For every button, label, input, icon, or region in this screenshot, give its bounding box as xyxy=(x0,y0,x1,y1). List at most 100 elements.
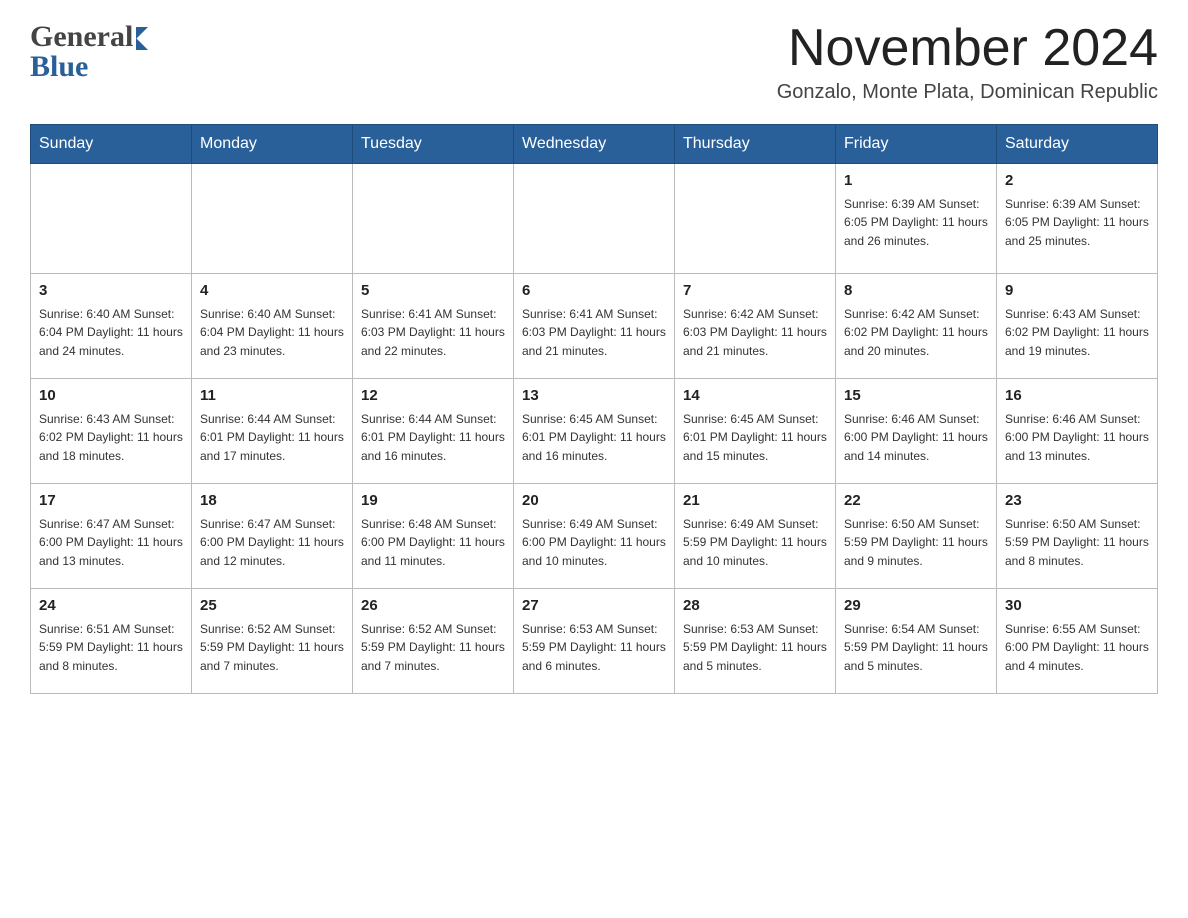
day-number: 8 xyxy=(844,280,988,303)
calendar-cell: 30Sunrise: 6:55 AM Sunset: 6:00 PM Dayli… xyxy=(997,589,1158,694)
calendar-week-row: 3 Sunrise: 6:40 AM Sunset: 6:04 PM Daylig… xyxy=(31,274,1158,379)
calendar-cell: 16Sunrise: 6:46 AM Sunset: 6:00 PM Dayli… xyxy=(997,379,1158,484)
weekday-header-thursday: Thursday xyxy=(675,125,836,164)
logo-blue-text: Blue xyxy=(30,50,88,84)
calendar-cell: 8Sunrise: 6:42 AM Sunset: 6:02 PM Daylig… xyxy=(836,274,997,379)
calendar-cell: 10Sunrise: 6:43 AM Sunset: 6:02 PM Dayli… xyxy=(31,379,192,484)
day-info: Sunrise: 6:46 AM Sunset: 6:00 PM Dayligh… xyxy=(1005,410,1149,466)
day-number: 27 xyxy=(522,595,666,618)
weekday-header-friday: Friday xyxy=(836,125,997,164)
day-number: 1 xyxy=(844,170,988,193)
calendar-table: SundayMondayTuesdayWednesdayThursdayFrid… xyxy=(30,124,1158,694)
calendar-cell: 23Sunrise: 6:50 AM Sunset: 5:59 PM Dayli… xyxy=(997,484,1158,589)
logo: General Blue xyxy=(30,20,148,84)
day-info: Sunrise: 6:41 AM Sunset: 6:03 PM Dayligh… xyxy=(522,305,666,361)
day-number: 10 xyxy=(39,385,183,408)
day-info: Sunrise: 6:42 AM Sunset: 6:03 PM Dayligh… xyxy=(683,305,827,361)
weekday-header-tuesday: Tuesday xyxy=(353,125,514,164)
day-info: Sunrise: 6:43 AM Sunset: 6:02 PM Dayligh… xyxy=(1005,305,1149,361)
day-number: 5 xyxy=(361,280,505,303)
weekday-header-saturday: Saturday xyxy=(997,125,1158,164)
calendar-cell: 19Sunrise: 6:48 AM Sunset: 6:00 PM Dayli… xyxy=(353,484,514,589)
day-number: 4 xyxy=(200,280,344,303)
calendar-cell: 5Sunrise: 6:41 AM Sunset: 6:03 PM Daylig… xyxy=(353,274,514,379)
day-info: Sunrise: 6:51 AM Sunset: 5:59 PM Dayligh… xyxy=(39,620,183,676)
day-info: Sunrise: 6:53 AM Sunset: 5:59 PM Dayligh… xyxy=(683,620,827,676)
calendar-cell: 6Sunrise: 6:41 AM Sunset: 6:03 PM Daylig… xyxy=(514,274,675,379)
calendar-cell: 15Sunrise: 6:46 AM Sunset: 6:00 PM Dayli… xyxy=(836,379,997,484)
header: General Blue November 2024 Gonzalo, Mont… xyxy=(30,20,1158,104)
day-number: 3 xyxy=(39,280,183,303)
weekday-header-sunday: Sunday xyxy=(31,125,192,164)
day-info: Sunrise: 6:50 AM Sunset: 5:59 PM Dayligh… xyxy=(844,515,988,571)
day-number: 15 xyxy=(844,385,988,408)
day-number: 17 xyxy=(39,490,183,513)
day-info: Sunrise: 6:49 AM Sunset: 5:59 PM Dayligh… xyxy=(683,515,827,571)
day-number: 2 xyxy=(1005,170,1149,193)
calendar-cell: 25Sunrise: 6:52 AM Sunset: 5:59 PM Dayli… xyxy=(192,589,353,694)
day-number: 13 xyxy=(522,385,666,408)
calendar-header-row: SundayMondayTuesdayWednesdayThursdayFrid… xyxy=(31,125,1158,164)
month-title: November 2024 xyxy=(777,20,1158,77)
day-number: 9 xyxy=(1005,280,1149,303)
weekday-header-monday: Monday xyxy=(192,125,353,164)
calendar-cell xyxy=(192,164,353,274)
calendar-cell: 24Sunrise: 6:51 AM Sunset: 5:59 PM Dayli… xyxy=(31,589,192,694)
calendar-cell: 27Sunrise: 6:53 AM Sunset: 5:59 PM Dayli… xyxy=(514,589,675,694)
calendar-cell: 4Sunrise: 6:40 AM Sunset: 6:04 PM Daylig… xyxy=(192,274,353,379)
day-info: Sunrise: 6:39 AM Sunset: 6:05 PM Dayligh… xyxy=(844,195,988,251)
calendar-cell xyxy=(31,164,192,274)
calendar-cell: 21Sunrise: 6:49 AM Sunset: 5:59 PM Dayli… xyxy=(675,484,836,589)
calendar-cell: 3Sunrise: 6:40 AM Sunset: 6:04 PM Daylig… xyxy=(31,274,192,379)
day-info: Sunrise: 6:42 AM Sunset: 6:02 PM Dayligh… xyxy=(844,305,988,361)
day-info: Sunrise: 6:45 AM Sunset: 6:01 PM Dayligh… xyxy=(683,410,827,466)
calendar-cell xyxy=(353,164,514,274)
calendar-week-row: 1Sunrise: 6:39 AM Sunset: 6:05 PM Daylig… xyxy=(31,164,1158,274)
day-info: Sunrise: 6:40 AM Sunset: 6:04 PM Dayligh… xyxy=(200,305,344,361)
title-area: November 2024 Gonzalo, Monte Plata, Domi… xyxy=(777,20,1158,104)
day-number: 18 xyxy=(200,490,344,513)
calendar-cell xyxy=(514,164,675,274)
day-info: Sunrise: 6:47 AM Sunset: 6:00 PM Dayligh… xyxy=(200,515,344,571)
day-number: 30 xyxy=(1005,595,1149,618)
calendar-cell: 13Sunrise: 6:45 AM Sunset: 6:01 PM Dayli… xyxy=(514,379,675,484)
day-number: 11 xyxy=(200,385,344,408)
day-number: 29 xyxy=(844,595,988,618)
day-number: 12 xyxy=(361,385,505,408)
calendar-week-row: 17 Sunrise: 6:47 AM Sunset: 6:00 PM Dayli… xyxy=(31,484,1158,589)
calendar-cell: 7Sunrise: 6:42 AM Sunset: 6:03 PM Daylig… xyxy=(675,274,836,379)
day-info: Sunrise: 6:54 AM Sunset: 5:59 PM Dayligh… xyxy=(844,620,988,676)
day-number: 22 xyxy=(844,490,988,513)
day-number: 19 xyxy=(361,490,505,513)
calendar-cell: 26Sunrise: 6:52 AM Sunset: 5:59 PM Dayli… xyxy=(353,589,514,694)
day-number: 20 xyxy=(522,490,666,513)
day-number: 26 xyxy=(361,595,505,618)
calendar-cell: 29Sunrise: 6:54 AM Sunset: 5:59 PM Dayli… xyxy=(836,589,997,694)
day-number: 21 xyxy=(683,490,827,513)
day-number: 6 xyxy=(522,280,666,303)
calendar-cell: 9Sunrise: 6:43 AM Sunset: 6:02 PM Daylig… xyxy=(997,274,1158,379)
location-subtitle: Gonzalo, Monte Plata, Dominican Republic xyxy=(777,81,1158,104)
day-info: Sunrise: 6:44 AM Sunset: 6:01 PM Dayligh… xyxy=(200,410,344,466)
day-info: Sunrise: 6:39 AM Sunset: 6:05 PM Dayligh… xyxy=(1005,195,1149,251)
day-number: 16 xyxy=(1005,385,1149,408)
calendar-cell: 17Sunrise: 6:47 AM Sunset: 6:00 PM Dayli… xyxy=(31,484,192,589)
day-number: 14 xyxy=(683,385,827,408)
weekday-header-wednesday: Wednesday xyxy=(514,125,675,164)
calendar-cell: 2Sunrise: 6:39 AM Sunset: 6:05 PM Daylig… xyxy=(997,164,1158,274)
day-info: Sunrise: 6:52 AM Sunset: 5:59 PM Dayligh… xyxy=(200,620,344,676)
calendar-cell: 14Sunrise: 6:45 AM Sunset: 6:01 PM Dayli… xyxy=(675,379,836,484)
day-info: Sunrise: 6:46 AM Sunset: 6:00 PM Dayligh… xyxy=(844,410,988,466)
day-info: Sunrise: 6:43 AM Sunset: 6:02 PM Dayligh… xyxy=(39,410,183,466)
day-info: Sunrise: 6:55 AM Sunset: 6:00 PM Dayligh… xyxy=(1005,620,1149,676)
day-info: Sunrise: 6:48 AM Sunset: 6:00 PM Dayligh… xyxy=(361,515,505,571)
day-info: Sunrise: 6:44 AM Sunset: 6:01 PM Dayligh… xyxy=(361,410,505,466)
calendar-week-row: 24Sunrise: 6:51 AM Sunset: 5:59 PM Dayli… xyxy=(31,589,1158,694)
calendar-cell: 18Sunrise: 6:47 AM Sunset: 6:00 PM Dayli… xyxy=(192,484,353,589)
calendar-cell xyxy=(675,164,836,274)
day-info: Sunrise: 6:41 AM Sunset: 6:03 PM Dayligh… xyxy=(361,305,505,361)
day-number: 7 xyxy=(683,280,827,303)
calendar-week-row: 10Sunrise: 6:43 AM Sunset: 6:02 PM Dayli… xyxy=(31,379,1158,484)
calendar-cell: 12Sunrise: 6:44 AM Sunset: 6:01 PM Dayli… xyxy=(353,379,514,484)
logo-flag-icon xyxy=(136,27,148,50)
